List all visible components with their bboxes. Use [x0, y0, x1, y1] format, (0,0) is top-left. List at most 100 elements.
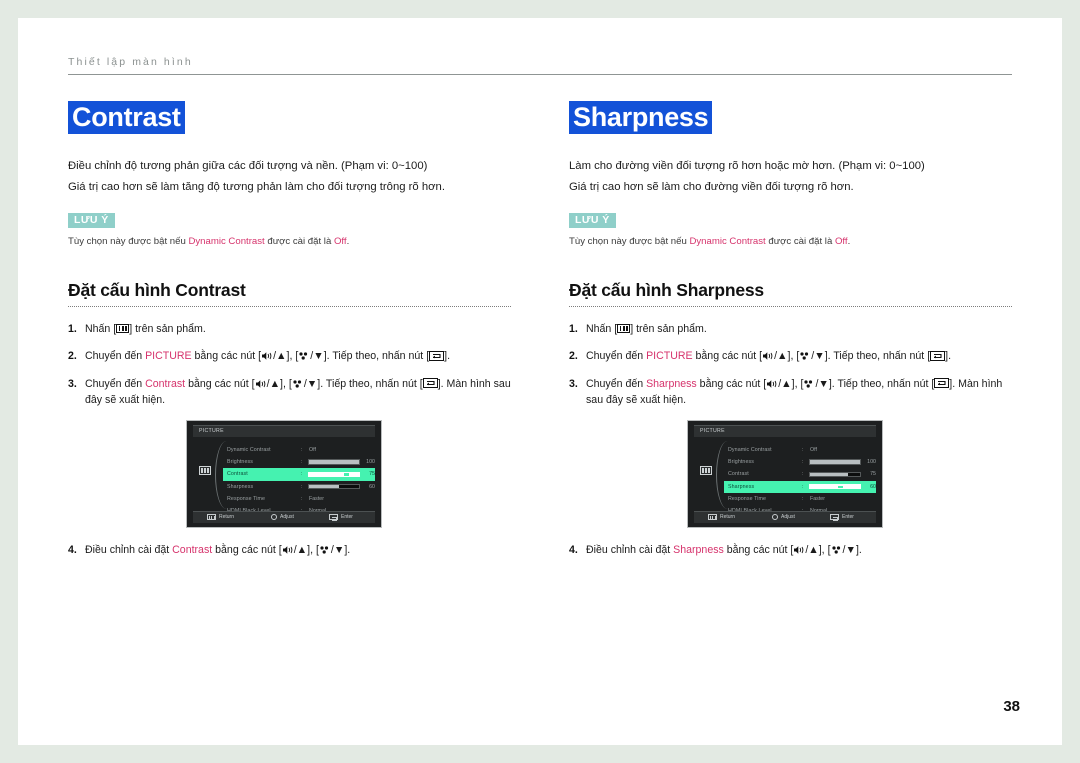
note-block: LƯU Ý Tùy chọn này được bật nếu Dynamic … [569, 210, 1012, 249]
step-1-text-b: ] trên sản phẩm. [630, 322, 707, 335]
osd-slider-knob[interactable] [836, 484, 844, 489]
section-sharpness: Sharpness Làm cho đường viền đối tượng r… [569, 101, 1012, 570]
step-2-text-a: Chuyển đến [85, 350, 146, 363]
jog-button-icon [299, 352, 308, 360]
osd-row-slider[interactable] [809, 484, 861, 490]
page-content: Thiết lập màn hình Contrast Điều chỉnh đ… [68, 56, 1012, 716]
page-title: Contrast [68, 101, 185, 135]
jog-circle-icon [772, 513, 778, 520]
step-2-text-d: /▼]. Tiếp theo, nhấn nút [ [310, 350, 430, 363]
osd-screenshot-wrapper: PICTURE Dynamic Contrast: Off Brightness: 1… [186, 420, 511, 529]
step-number: 3. [68, 377, 77, 390]
step-3-text-c: /▲], [ [778, 377, 804, 390]
note-text-pre: Tùy chọn này được bật nếu [68, 236, 189, 248]
osd-row-label: Response Time [227, 496, 266, 503]
step-4-text-d: /▼]. [330, 544, 351, 557]
osd-menu-row[interactable]: Response Time: Faster [223, 493, 375, 505]
step-4: 4. Điều chỉnh cài đặt Contrast bằng các … [68, 542, 511, 558]
step-3-text-c: /▲], [ [266, 377, 292, 390]
osd-picture-icon [700, 466, 712, 476]
osd-menu-row[interactable]: Brightness: 100 [724, 456, 876, 468]
osd-row-colon: : [802, 446, 804, 453]
osd-row-slider[interactable] [308, 471, 360, 477]
osd-menu-row[interactable]: Sharpness: 60 [223, 481, 375, 493]
section-contrast: Contrast Điều chỉnh độ tương phản giữa c… [68, 101, 511, 570]
step-2-text-b: bằng các nút [ [191, 350, 262, 363]
enter-button-icon [329, 513, 338, 521]
osd-footer-enter-label: Enter [842, 514, 854, 521]
osd-menu-row[interactable]: Contrast: 75 [223, 468, 375, 481]
steps-list-continued: 4. Điều chỉnh cài đặt Sharpness bằng các… [569, 542, 1012, 558]
osd-slider-knob[interactable] [343, 472, 350, 477]
page-number: 38 [1003, 698, 1020, 715]
step-2-text-c: /▲], [ [273, 350, 299, 363]
step-4-text-d: /▼]. [842, 544, 862, 557]
osd-row-slider[interactable] [809, 459, 861, 465]
osd-menu-row[interactable]: Dynamic Contrast: Off [724, 443, 876, 455]
step-2-keyword-picture: PICTURE [646, 350, 693, 363]
step-text: Chuyển đến Sharpness bằng các nút [/▲], … [586, 376, 1012, 409]
step-4-text-b: bằng các nút [ [723, 544, 794, 557]
osd-menu-row[interactable]: Dynamic Contrast: Off [223, 443, 375, 455]
osd-row-value: 60 [369, 483, 375, 490]
step-3-text-a: Chuyển đến [586, 377, 647, 390]
menu-button-icon [116, 323, 130, 333]
step-number: 1. [68, 322, 77, 335]
note-text-post: . [346, 236, 350, 248]
step-number: 3. [569, 377, 578, 390]
step-text: Nhấn [ ] trên sản phẩm. [85, 321, 511, 337]
jog-button-icon [804, 379, 813, 388]
osd-footer: Return Adjust Enter [193, 511, 375, 524]
menu-button-icon [617, 323, 631, 333]
steps-list-continued: 4. Điều chỉnh cài đặt Contrast bằng các … [68, 542, 511, 558]
osd-slider-fill [309, 460, 359, 464]
osd-footer-adjust-label: Adjust [280, 513, 294, 520]
volume-button-icon [794, 546, 804, 555]
osd-row-label: Brightness [227, 458, 254, 465]
note-keyword-dynamic-contrast: Dynamic Contrast [188, 236, 265, 248]
step-3: 3. Chuyển đến Contrast bằng các nút [/▲]… [68, 376, 511, 409]
description-line-2: Giá trị cao hơn sẽ làm tăng độ tương phả… [68, 180, 445, 193]
osd-menu-row[interactable]: Brightness: 100 [223, 456, 375, 468]
step-2-text-a: Chuyển đến [586, 350, 647, 363]
osd-titlebar: PICTURE [193, 425, 375, 438]
osd-row-colon: : [301, 483, 303, 490]
osd-row-slider[interactable] [308, 459, 360, 465]
breadcrumb: Thiết lập màn hình [68, 56, 193, 68]
osd-menu-row[interactable]: Sharpness: 60 [724, 480, 876, 493]
step-1-text-b: ] trên sản phẩm. [129, 322, 206, 335]
note-text-mid: được cài đặt là [765, 236, 835, 248]
step-number: 1. [569, 322, 578, 335]
step-4-text-c: /▲], [ [293, 544, 319, 557]
step-1-text-a: Nhấn [ [85, 322, 117, 335]
osd-footer-return: Return [207, 513, 234, 521]
step-3-text-a: Chuyển đến [85, 377, 146, 390]
osd-menu-row[interactable]: Contrast: 75 [724, 468, 876, 480]
osd-row-slider[interactable] [809, 471, 861, 477]
step-3-text-d: /▼]. Tiếp theo, nhấn nút [ [303, 377, 423, 390]
osd-row-colon: : [301, 471, 303, 478]
osd-row-value: 75 [870, 471, 876, 478]
column-container: Contrast Điều chỉnh độ tương phản giữa c… [68, 101, 1012, 570]
osd-slider-fill [309, 485, 339, 489]
osd-footer-enter: Enter [830, 513, 854, 521]
osd-title: PICTURE [199, 427, 224, 434]
jog-button-icon [800, 352, 809, 360]
osd-footer-enter: Enter [329, 513, 353, 521]
osd-row-slider[interactable] [308, 484, 360, 490]
breadcrumb-divider [68, 74, 1012, 75]
osd-slider-fill [309, 472, 347, 476]
osd-footer-enter-label: Enter [341, 514, 353, 521]
osd-picture-icon [199, 466, 211, 476]
note-keyword-off: Off [834, 236, 848, 248]
osd-footer-adjust-label: Adjust [781, 513, 795, 520]
section-divider [569, 305, 1012, 307]
osd-footer: Return Adjust Enter [694, 511, 876, 524]
osd-row-label: Contrast [227, 471, 248, 478]
osd-menu-row[interactable]: Response Time: Faster [724, 493, 876, 505]
step-2: 2. Chuyển đến PICTURE bằng các nút [/▲],… [68, 348, 511, 364]
menu-button-icon [207, 513, 216, 521]
step-number: 2. [569, 350, 578, 363]
osd-menu-rows: Dynamic Contrast: Off Brightness: 100 Contra… [724, 443, 876, 517]
osd-footer-return-label: Return [720, 514, 736, 521]
